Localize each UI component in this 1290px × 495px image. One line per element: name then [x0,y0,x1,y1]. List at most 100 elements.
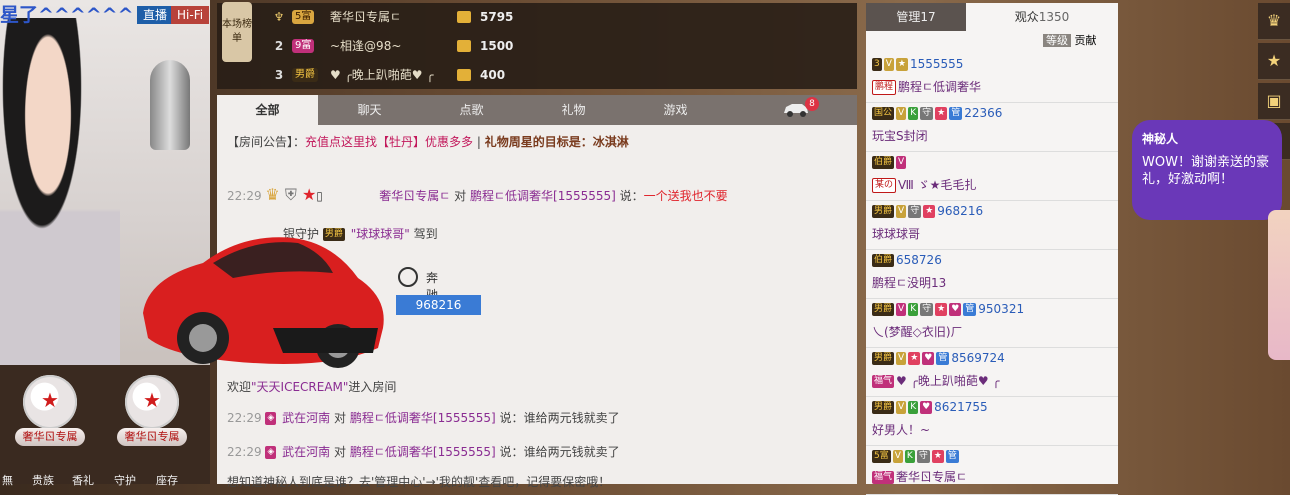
k-icon: K [904,450,915,463]
level-badge: 男爵 [872,303,895,316]
rank-name: ♥ ╭晚上趴啪葩♥ ╭ [330,68,434,82]
tab-gifts[interactable]: 礼物 [523,95,624,125]
viewer-name: ♥ ╭晚上趴啪葩♥ ╭ [896,374,1000,388]
badge-label: 奢华ㄖ专属 [117,428,187,446]
guard-icon: 守 [920,107,934,120]
vip-icon: V [892,450,903,463]
user-badge-icon: ◈ [265,412,277,425]
tab-viewers-count: 1350 [1038,10,1070,24]
rank-amount: 5795 [480,10,514,24]
viewer-id: 8621755 [934,400,988,414]
star-icon: ★ [923,205,936,218]
badge-area: 奢华ㄖ专属 奢华ㄖ专属 [0,365,210,484]
viewer-item[interactable]: 国公 V K 守 ★ 管 22366 玩宝S封闭 [866,102,1118,152]
message-user[interactable]: 武在河南 [282,411,330,425]
tab-chat[interactable]: 聊天 [319,95,420,125]
message-say: 说： [619,189,644,203]
viewer-tabs: 管理17 观众1350 [866,3,1118,31]
hifi-button[interactable]: Hi-Fi [171,6,210,24]
welcome-suffix: 进入房间 [348,380,397,394]
admin-icon: 管 [949,107,963,120]
star-icon: ★ [931,450,944,463]
viewer-name: 奢华ㄖ专属ㄷ [896,470,968,484]
message-target[interactable]: 鹏程ㄷ低调奢华[1555555] [470,189,616,203]
crown-icon[interactable]: ♛ [1258,3,1290,40]
viewer-item[interactable]: 男爵 V K 守 ★ ♥ 管 950321 乀(梦醒◇衣旧)ㄏ [866,298,1118,348]
welcome-name[interactable]: "天天ICECREAM" [251,380,348,394]
level-badge: 男爵 [872,352,895,365]
guard-icon: 守 [920,303,934,316]
message-text: 谁给两元钱就卖了 [523,445,620,459]
viewer-name: 玩宝S封闭 [872,129,928,143]
star-icon[interactable]: ★ [1258,43,1290,80]
rank-name: ~相逢@98~ [330,39,402,53]
heart-icon: ♥ [949,303,962,316]
message-say: 说： [499,411,524,425]
viewer-item[interactable]: 男爵 V K ♥ 8621755 好男人！~ [866,396,1118,446]
star-icon: ★ [895,58,908,71]
message-time: 22:29 [227,189,262,203]
role-badge: 某の [872,178,897,193]
message-target[interactable]: 鹏程ㄷ低调奢华[1555555] [350,411,496,425]
bottom-tab[interactable]: 守护 [114,472,136,488]
bottom-tabs: 無 贵族 香礼 守护 座存 [0,472,210,487]
star-icon: ★ [935,303,948,316]
message-user[interactable]: 武在河南 [282,445,330,459]
tab-viewers-label: 观众 [1014,10,1039,24]
vip-icon: V [896,156,907,169]
heart-icon: ♥ [922,352,935,365]
bottom-tab[interactable]: 贵族 [32,472,54,488]
vip-icon: V [883,58,894,71]
rank-level-badge: 5富 [292,10,315,24]
level-badge: 伯爵 [872,156,895,169]
guard-suffix: 驾到 [413,227,438,241]
sort-contribution[interactable]: 贡献 [1075,34,1097,47]
live-button[interactable]: 直播 [137,6,174,24]
viewer-item[interactable]: 伯爵 658726 鹏程ㄷ没明13 [866,249,1118,299]
badge-label: 奢华ㄖ专属 [15,428,85,446]
sort-level[interactable]: 等级 [1043,34,1071,47]
character-image [1268,210,1290,360]
viewer-name: 乀(梦醒◇衣旧)ㄏ [872,325,963,339]
tab-admins[interactable]: 管理17 [866,3,966,31]
announcement-link[interactable]: 充值点这里找【牡丹】优惠多多 [305,135,473,149]
message-user[interactable]: 奢华ㄖ专属ㄷ [379,189,450,203]
sort-options: 等级 贡献 [1043,33,1097,49]
ranking-panel: ♆ 5富 奢华ㄖ专属ㄷ 5795 2 9富 ~相逢@98~ 1500 3 男爵 … [217,3,857,89]
vip-icon: V [896,205,907,218]
k-icon: K [908,303,919,316]
viewer-item[interactable]: 男爵 V ★ ♥ 管 8569724 福气 ♥ ╭晚上趴啪葩♥ ╭ [866,347,1118,397]
message-to: 对 [454,189,467,203]
bottom-tab[interactable]: 無 [2,472,13,488]
coin-icon [457,40,471,52]
tab-viewers[interactable]: 观众1350 [966,3,1118,31]
bottom-tab[interactable]: 座存 [156,472,178,488]
admin-icon: 管 [963,303,977,316]
ranking-tag[interactable]: 本场榜单 [222,2,252,62]
guard-icon: 守 [908,205,922,218]
viewer-id: 968216 [937,204,984,218]
rank-amount: 400 [480,68,506,82]
mercedes-logo-icon [398,267,418,287]
badge-orb[interactable]: 奢华ㄖ专属 [117,375,187,450]
viewer-id: 22366 [964,106,1003,120]
viewer-item[interactable]: 伯爵 V 某の Ⅷ ゞ★毛毛扎 [866,151,1118,201]
trophy-icon: ♆ [273,10,285,24]
message-target[interactable]: 鹏程ㄷ低调奢华[1555555] [350,445,496,459]
tab-songs[interactable]: 点歌 [421,95,522,125]
car-owner-id[interactable]: 968216 [396,295,481,315]
bottom-tab[interactable]: 香礼 [72,472,94,488]
viewer-name: 球球球哥 [872,227,921,241]
gift-icon[interactable]: ▣ [1258,83,1290,120]
level-badge: 伯爵 [872,254,895,267]
viewer-name: 鹏程ㄷ低调奢华 [898,80,982,94]
viewer-item[interactable]: 5富 V K 守 ★ 管 福气 奢华ㄖ专属ㄷ [866,445,1118,495]
tab-games[interactable]: 游戏 [625,95,726,125]
user-badges-icon: ♛ ⛨ ★▯ [265,185,323,204]
viewer-item[interactable]: 男爵 V 守 ★ 968216 球球球哥 [866,200,1118,250]
level-badge: 国公 [872,107,895,120]
viewer-item[interactable]: 3 V ★ 1555555 鹏程 鹏程ㄷ低调奢华 [866,53,1118,103]
badge-orb[interactable]: 奢华ㄖ专属 [15,375,85,450]
tab-all[interactable]: 全部 [217,95,318,125]
message-time: 22:29 [227,445,262,459]
